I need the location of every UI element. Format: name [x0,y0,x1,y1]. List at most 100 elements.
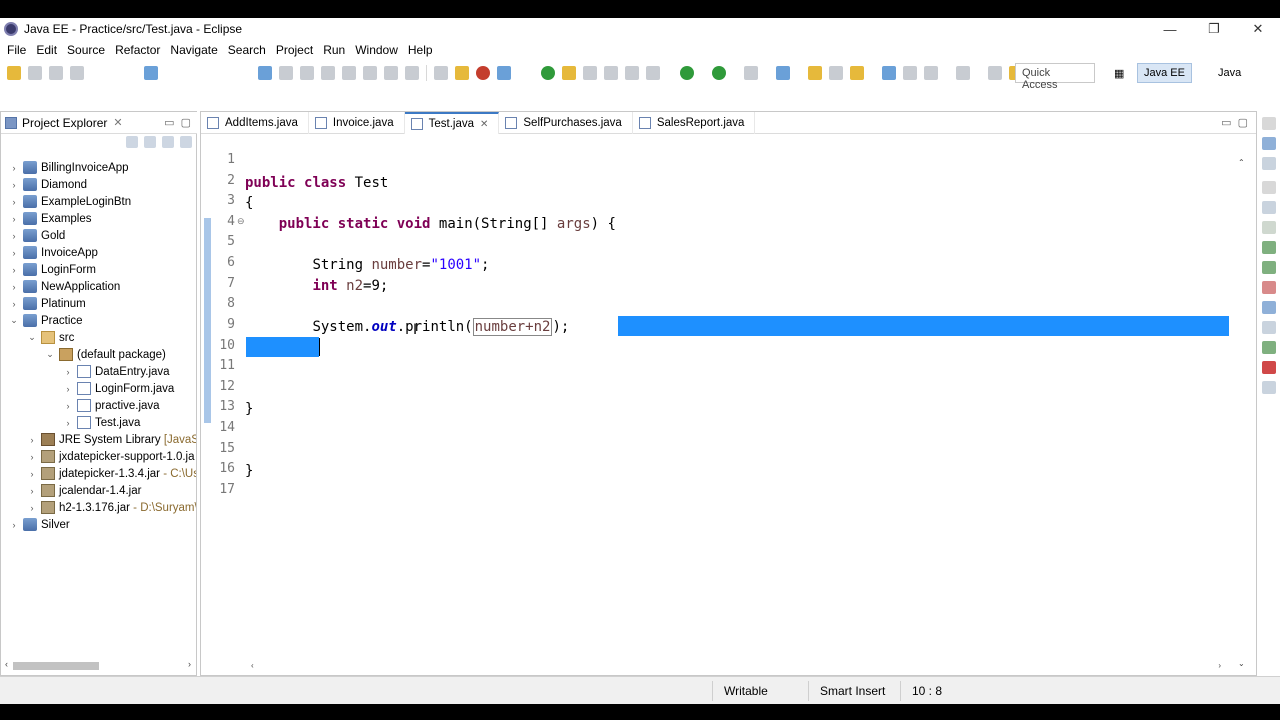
close-tab-icon[interactable]: ✕ [480,119,488,130]
progress-icon[interactable] [1262,341,1276,354]
fold-collapse-icon[interactable]: ⊖ [237,216,245,227]
new-icon[interactable] [7,66,21,80]
tab-test[interactable]: Test.java ✕ [404,112,500,134]
use-step-filters-icon[interactable] [455,66,469,80]
status-insert-mode[interactable]: Smart Insert [820,684,885,698]
tree-item[interactable]: › jxdatepicker-support-1.0.ja [1,448,196,465]
annotation-nav-icon[interactable] [903,66,917,80]
scroll-right-icon[interactable]: › [1218,661,1221,670]
image-icon[interactable] [1262,381,1276,394]
open-type-icon[interactable] [808,66,822,80]
tree-item[interactable]: › LoginForm.java [1,380,196,397]
perspective-java[interactable]: Java [1212,63,1247,83]
chevron-right-icon[interactable]: › [63,418,73,428]
disconnect-icon[interactable] [342,66,356,80]
tree-item[interactable]: › Silver [1,516,196,533]
new-java-class-icon[interactable] [776,66,790,80]
skip-breakpoints-icon[interactable] [258,66,272,80]
scroll-up-icon[interactable]: ⌃ [1238,158,1245,167]
close-button[interactable]: ✕ [1236,18,1280,40]
coverage-icon[interactable] [712,66,726,80]
outline-icon[interactable] [1262,137,1276,150]
search-view-icon[interactable] [1262,321,1276,334]
chevron-right-icon[interactable]: › [9,248,19,258]
chevron-right-icon[interactable]: › [9,197,19,207]
quick-access-input[interactable]: Quick Access [1015,63,1095,91]
show-whitespace-icon[interactable] [625,66,639,80]
menu-file[interactable]: File [2,43,31,57]
chevron-right-icon[interactable]: › [27,469,37,479]
console-icon[interactable] [1262,301,1276,314]
globe-icon[interactable] [882,66,896,80]
tree-item[interactable]: ⌄ Practice [1,312,196,329]
tree-item[interactable]: › InvoiceApp [1,244,196,261]
snippets-icon[interactable] [1262,281,1276,294]
menu-run[interactable]: Run [318,43,350,57]
tree-item[interactable]: › BillingInvoiceApp [1,159,196,176]
tab-invoice[interactable]: Invoice.java [309,112,405,134]
tab-selfpurchases[interactable]: SelfPurchases.java [499,112,633,134]
tree-item[interactable]: › Examples [1,210,196,227]
open-web-browser-icon[interactable] [541,66,555,80]
code-text-area[interactable]: public class Test { public static void m… [245,152,1229,672]
tree-item[interactable]: ⌄ (default package) [1,346,196,363]
tree-item[interactable]: › jdatepicker-1.3.4.jar - C:\Us [1,465,196,482]
tab-additems[interactable]: AddItems.java [201,112,309,134]
restore-icon[interactable] [1262,181,1276,194]
menu-window[interactable]: Window [350,43,403,57]
drop-to-frame-icon[interactable] [434,66,448,80]
chevron-right-icon[interactable]: › [27,435,37,445]
chevron-right-icon[interactable]: › [9,214,19,224]
restore-icon[interactable] [1262,117,1276,130]
step-return-icon[interactable] [405,66,419,80]
tree-item[interactable]: › h2-1.3.176.jar - D:\Suryam\ [1,499,196,516]
properties-icon[interactable] [1262,221,1276,234]
tree-item[interactable]: › practive.java [1,397,196,414]
chevron-down-icon[interactable]: ⌄ [27,332,37,343]
project-explorer-tab[interactable]: Project Explorer ✕ ▭ ▢ [1,112,197,134]
suspend-icon[interactable] [300,66,314,80]
markers-icon[interactable] [1262,201,1276,214]
tree-item[interactable]: › NewApplication [1,278,196,295]
link-with-editor-icon[interactable] [144,136,156,148]
restore-button[interactable]: ❐ [1192,18,1236,40]
step-over-icon[interactable] [384,66,398,80]
collapse-all-icon[interactable] [126,136,138,148]
menu-project[interactable]: Project [271,43,318,57]
mark-occurrences-icon[interactable] [562,66,576,80]
server-icon[interactable] [497,66,511,80]
menu-source[interactable]: Source [62,43,110,57]
save-icon[interactable] [49,66,63,80]
toggle-icon[interactable] [583,66,597,80]
menu-search[interactable]: Search [223,43,271,57]
chevron-right-icon[interactable]: › [9,520,19,530]
tree-item[interactable]: › Platinum [1,295,196,312]
chevron-right-icon[interactable]: › [63,384,73,394]
search-icon[interactable] [850,66,864,80]
explorer-horizontal-scrollbar[interactable]: ‹ › [5,659,191,671]
block-selection-icon[interactable] [604,66,618,80]
editor-vertical-scrollbar[interactable]: ⌃ ⌄ [1238,158,1248,668]
menu-help[interactable]: Help [403,43,438,57]
view-menu-icon[interactable] [180,136,192,148]
chevron-right-icon[interactable]: › [9,163,19,173]
tree-item[interactable]: › ExampleLoginBtn [1,193,196,210]
chevron-right-icon[interactable]: › [9,231,19,241]
terminate-icon[interactable] [321,66,335,80]
editor-minmax-icons[interactable]: ▭ ▢ [1221,116,1248,129]
external-tools-icon[interactable] [744,66,758,80]
open-perspective-button[interactable]: ▦ [1108,63,1128,83]
chevron-right-icon[interactable]: › [9,265,19,275]
tree-item[interactable]: ⌄ src [1,329,196,346]
servers-icon[interactable] [1262,241,1276,254]
close-icon[interactable]: ✕ [113,116,122,129]
chevron-right-icon[interactable]: › [9,299,19,309]
chevron-down-icon[interactable]: ⌄ [45,349,55,360]
chevron-right-icon[interactable]: › [27,486,37,496]
error-log-icon[interactable] [1262,361,1276,374]
tree-item[interactable]: › LoginForm [1,261,196,278]
chevron-right-icon[interactable]: › [9,180,19,190]
chevron-down-icon[interactable]: ⌄ [9,315,19,326]
chevron-right-icon[interactable]: › [27,503,37,513]
scroll-left-icon[interactable]: ‹ [5,659,8,669]
